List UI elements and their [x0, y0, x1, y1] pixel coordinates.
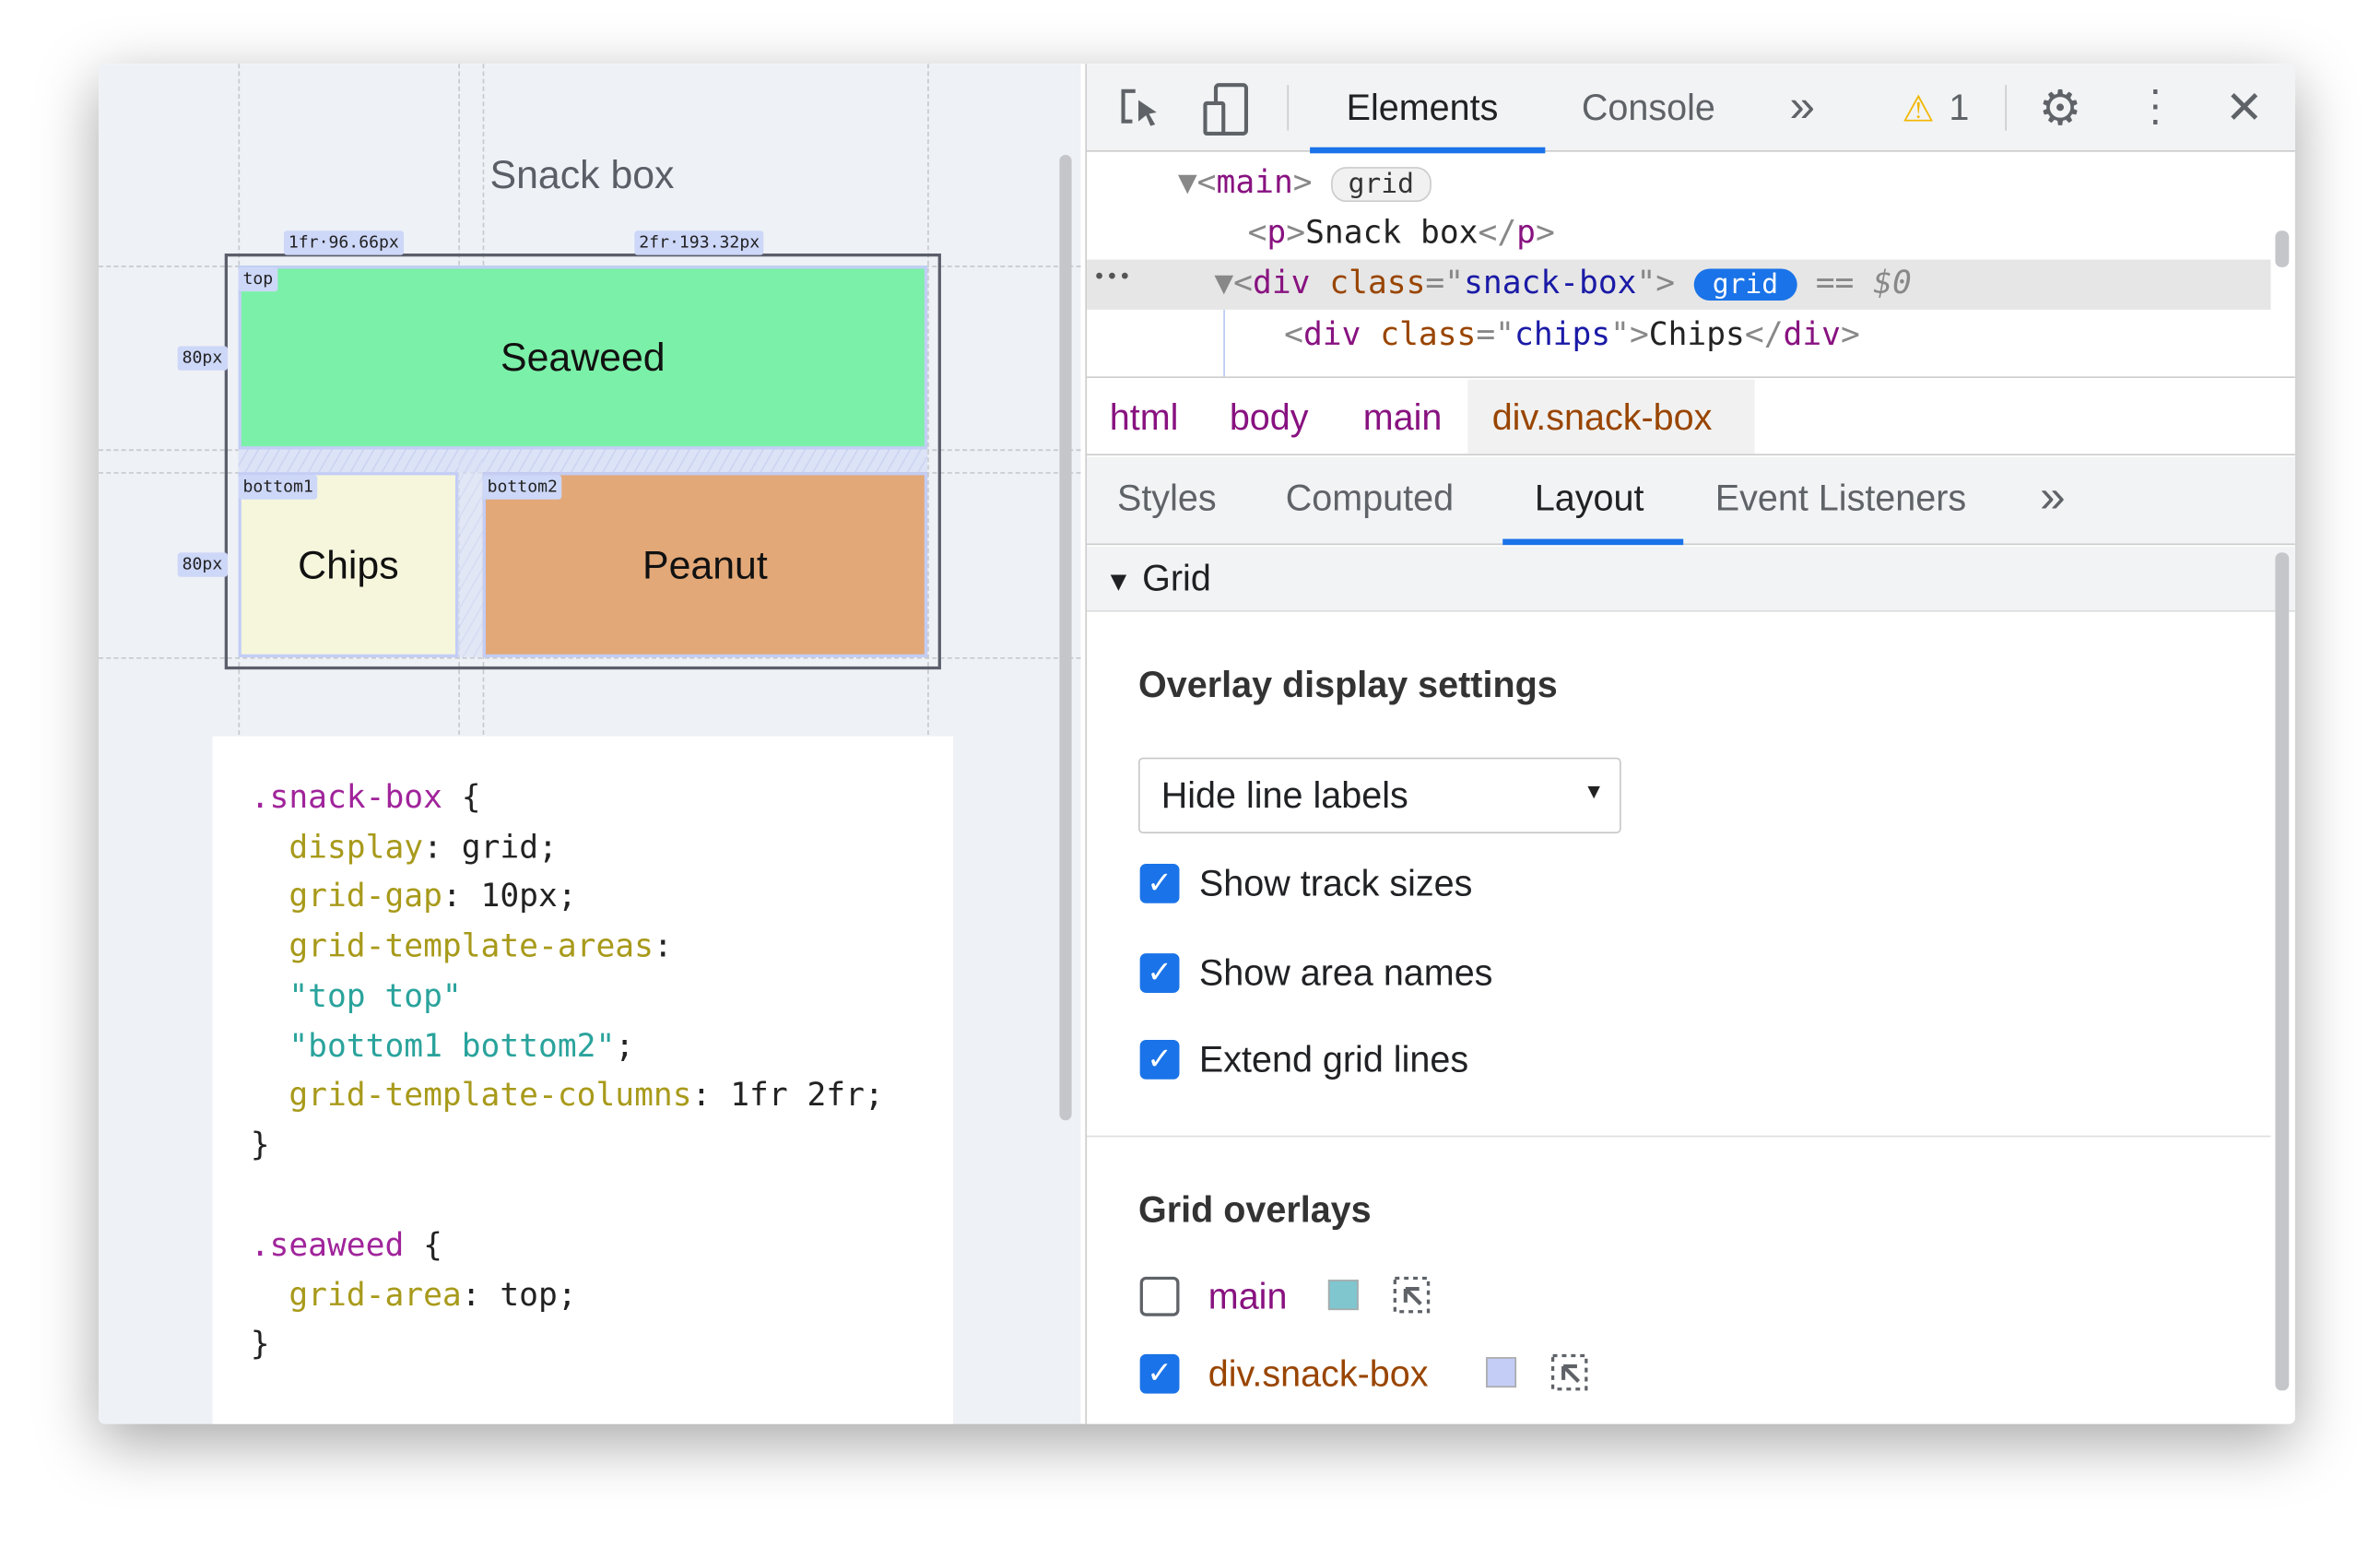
track-size-row2: 80px	[177, 552, 228, 577]
code-line: }	[251, 1326, 270, 1363]
code-token: .snack-box	[250, 778, 442, 816]
extend-grid-lines-checkbox[interactable]: ✓	[1139, 1039, 1180, 1080]
code-line: grid-template-columns: 1fr 2fr;	[250, 1076, 884, 1114]
page-heading: Snack box	[489, 151, 675, 198]
dom-ellipsis[interactable]: •••	[1093, 266, 1132, 289]
code-token: .seaweed	[250, 1226, 405, 1264]
code-token: }	[250, 1126, 270, 1163]
breadcrumb-div-snack-box[interactable]: div.snack-box	[1492, 397, 1713, 440]
grid-section-header[interactable]: ▼ Grid	[1087, 546, 2295, 612]
code-token: : top;	[461, 1276, 577, 1314]
browser-window: Snack box Seaweed Chips Peanut top botto…	[99, 64, 2295, 1424]
code-line: .snack-box {	[251, 779, 481, 816]
code-token: }	[250, 1325, 270, 1363]
code-line: display: grid;	[251, 829, 558, 866]
code-token: : 10px;	[442, 877, 577, 915]
show-track-sizes-checkbox[interactable]: ✓	[1139, 863, 1180, 903]
code-token: grid-area	[250, 1276, 462, 1314]
tab-elements[interactable]: Elements	[1347, 89, 1499, 131]
breadcrumb-html[interactable]: html	[1110, 397, 1179, 440]
dom-node-p[interactable]: <p>Snack box</p>	[1248, 214, 1555, 251]
overlay-snack-box-checkbox[interactable]: ✓	[1139, 1353, 1180, 1394]
code-token: ;	[615, 1027, 635, 1065]
area-label-bottom2: bottom2	[482, 475, 562, 500]
device-toolbar-icon[interactable]	[1201, 82, 1253, 136]
page-scrollbar[interactable]	[1059, 154, 1072, 1121]
layout-scrollbar[interactable]	[2275, 552, 2290, 1391]
code-token: grid-gap	[250, 877, 442, 915]
collapse-triangle-icon: ▼	[1104, 566, 1133, 597]
highlight-snack-box-icon[interactable]	[1549, 1352, 1589, 1392]
dom-node-main[interactable]: ▼<main> grid	[1178, 164, 1432, 203]
dropdown-arrow-icon: ▼	[1583, 778, 1605, 804]
track-size-row1: 80px	[177, 346, 228, 371]
show-track-sizes-label: Show track sizes	[1198, 863, 1473, 905]
code-line: }	[251, 1127, 270, 1163]
overlay-main-label: main	[1208, 1276, 1288, 1318]
css-code-block: .snack-box { display: grid; grid-gap: 10…	[212, 736, 954, 1424]
tab-console[interactable]: Console	[1582, 89, 1715, 131]
code-line: grid-template-areas:	[250, 927, 673, 964]
code-line: "bottom1 bottom2";	[251, 1028, 634, 1065]
seaweed-cell: Seaweed	[238, 266, 928, 450]
track-size-col1: 1fr·96.66px	[283, 230, 404, 255]
subtab-event-listeners[interactable]: Event Listeners	[1715, 478, 1966, 521]
area-label-top: top	[238, 266, 278, 292]
chips-cell: Chips	[238, 472, 459, 658]
code-line: .seaweed {	[251, 1227, 442, 1264]
code-token: display	[250, 829, 424, 866]
dom-tree: ▼<main> grid <p>Snack box</p> ••• ▼<div …	[1087, 152, 2295, 379]
grid-section-title: ▼ Grid	[1104, 558, 1211, 600]
subtab-styles[interactable]: Styles	[1117, 478, 1217, 521]
devtools-toolbar: Elements Console » ⚠ 1 ⚙ · · · ✕	[1087, 64, 2295, 154]
close-icon[interactable]: ✕	[2225, 82, 2263, 136]
show-area-names-checkbox[interactable]: ✓	[1139, 953, 1180, 993]
breadcrumb: html body main div.snack-box	[1087, 379, 2295, 456]
code-token: : 1fr 2fr;	[691, 1076, 884, 1114]
breadcrumb-main[interactable]: main	[1363, 397, 1443, 440]
code-token: :	[653, 927, 673, 964]
inspect-element-icon[interactable]	[1117, 85, 1166, 134]
show-area-names-label: Show area names	[1198, 953, 1493, 995]
code-token: "bottom1 bottom2"	[250, 1027, 616, 1065]
warning-icon[interactable]: ⚠	[1902, 89, 1934, 133]
overlay-settings-title: Overlay display settings	[1138, 665, 1558, 706]
subtab-computed[interactable]: Computed	[1286, 478, 1454, 521]
area-label-bottom1: bottom1	[238, 475, 318, 500]
warning-count[interactable]: 1	[1949, 89, 1969, 131]
code-token: grid-template-areas	[250, 927, 654, 964]
code-token: {	[404, 1226, 442, 1264]
grid-overlays-title: Grid overlays	[1138, 1190, 1372, 1232]
code-token: : grid;	[423, 829, 558, 866]
overlay-snack-box-label: div.snack-box	[1208, 1353, 1429, 1396]
page-viewport: Snack box Seaweed Chips Peanut top botto…	[99, 64, 1081, 1424]
settings-gear-icon[interactable]: ⚙	[2039, 79, 2082, 137]
code-token: grid-template-columns	[250, 1076, 692, 1114]
sidebar-tabs: Styles Computed Layout Event Listeners »	[1087, 456, 2295, 546]
code-line: "top top"	[250, 977, 462, 1014]
highlight-main-icon[interactable]	[1392, 1275, 1432, 1315]
more-tabs-button[interactable]: »	[1789, 82, 1814, 134]
dom-node-snack-box[interactable]: ▼<div class="snack-box"> grid == $0	[1214, 265, 1912, 301]
grid-badge[interactable]: grid	[1331, 167, 1432, 203]
overlay-main-checkbox[interactable]	[1139, 1276, 1180, 1316]
code-line: grid-gap: 10px;	[250, 877, 577, 915]
extend-grid-lines-label: Extend grid lines	[1198, 1039, 1469, 1081]
overlay-snack-box-color-swatch[interactable]	[1486, 1357, 1517, 1388]
more-subtabs-button[interactable]: »	[2040, 472, 2065, 524]
track-size-col2: 2fr·193.32px	[634, 230, 765, 255]
code-line: grid-area: top;	[250, 1276, 577, 1314]
breadcrumb-body[interactable]: body	[1230, 397, 1309, 440]
peanut-cell: Peanut	[482, 472, 928, 658]
devtools-panel: Elements Console » ⚠ 1 ⚙ · · · ✕ ▼<main> g…	[1085, 64, 2295, 1424]
subtab-layout[interactable]: Layout	[1535, 478, 1644, 521]
line-labels-select[interactable]: Hide line labels ▼	[1138, 757, 1621, 834]
overlay-main-color-swatch[interactable]	[1327, 1280, 1359, 1311]
dom-node-chips[interactable]: <div class="chips">Chips</div>	[1284, 316, 1860, 353]
code-token: {	[442, 778, 481, 816]
dom-scrollbar[interactable]	[2275, 230, 2290, 267]
more-options-icon[interactable]: · · ·	[2146, 67, 2164, 140]
code-token: "top top"	[250, 977, 462, 1014]
grid-badge-active[interactable]: grid	[1693, 268, 1797, 301]
